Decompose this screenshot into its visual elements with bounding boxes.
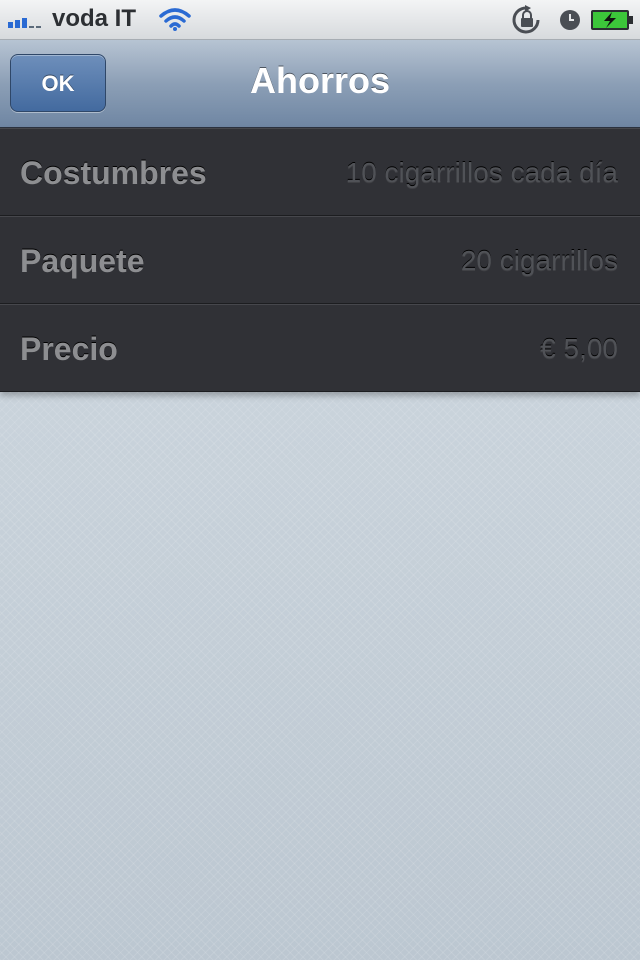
battery-charging-icon <box>591 10 633 30</box>
row-value: € 5,00 <box>540 333 618 364</box>
carrier-name: voda IT <box>52 5 137 32</box>
row-label: Costumbres <box>20 155 207 191</box>
row-label: Paquete <box>20 243 145 279</box>
clock-icon <box>560 10 580 30</box>
signal-icon <box>8 14 41 28</box>
wifi-icon <box>159 8 191 31</box>
navigation-bar: OK Ahorros <box>0 40 640 128</box>
row-value: 20 cigarrillos <box>460 245 618 276</box>
settings-row-precio[interactable]: Precio € 5,00 <box>0 304 640 392</box>
lock-rotation-icon <box>512 5 540 34</box>
row-label: Precio <box>20 331 118 367</box>
ok-button[interactable]: OK <box>10 54 106 112</box>
settings-row-paquete[interactable]: Paquete 20 cigarrillos <box>0 216 640 304</box>
status-bar: voda IT <box>0 0 640 40</box>
settings-list: Costumbres 10 cigarrillos cada día Paque… <box>0 128 640 392</box>
row-value: 10 cigarrillos cada día <box>345 157 618 188</box>
page-title: Ahorros <box>249 60 390 101</box>
settings-row-costumbres[interactable]: Costumbres 10 cigarrillos cada día <box>0 128 640 216</box>
